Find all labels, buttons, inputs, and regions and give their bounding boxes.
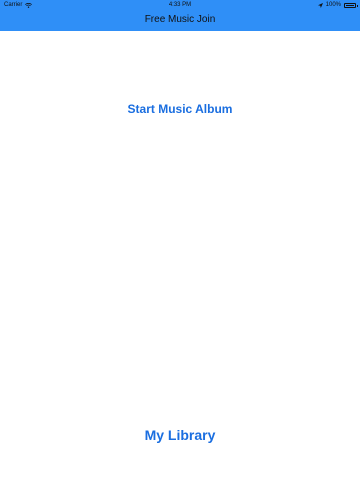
- start-music-album-button[interactable]: Start Music Album: [0, 101, 360, 117]
- battery-icon: [344, 2, 358, 8]
- battery-fill: [346, 4, 354, 6]
- status-time: 4:33 PM: [168, 2, 192, 8]
- status-right: 100%: [317, 0, 358, 10]
- status-bar: Carrier 4:33 PM 100%: [0, 0, 360, 10]
- navigation-header: Carrier 4:33 PM 100% Free Music Join: [0, 0, 360, 31]
- my-library-button[interactable]: My Library: [0, 426, 360, 444]
- location-icon: [317, 2, 323, 8]
- battery-nub: [357, 4, 358, 7]
- battery-percentage: 100%: [325, 2, 341, 8]
- page-title: Free Music Join: [144, 14, 216, 25]
